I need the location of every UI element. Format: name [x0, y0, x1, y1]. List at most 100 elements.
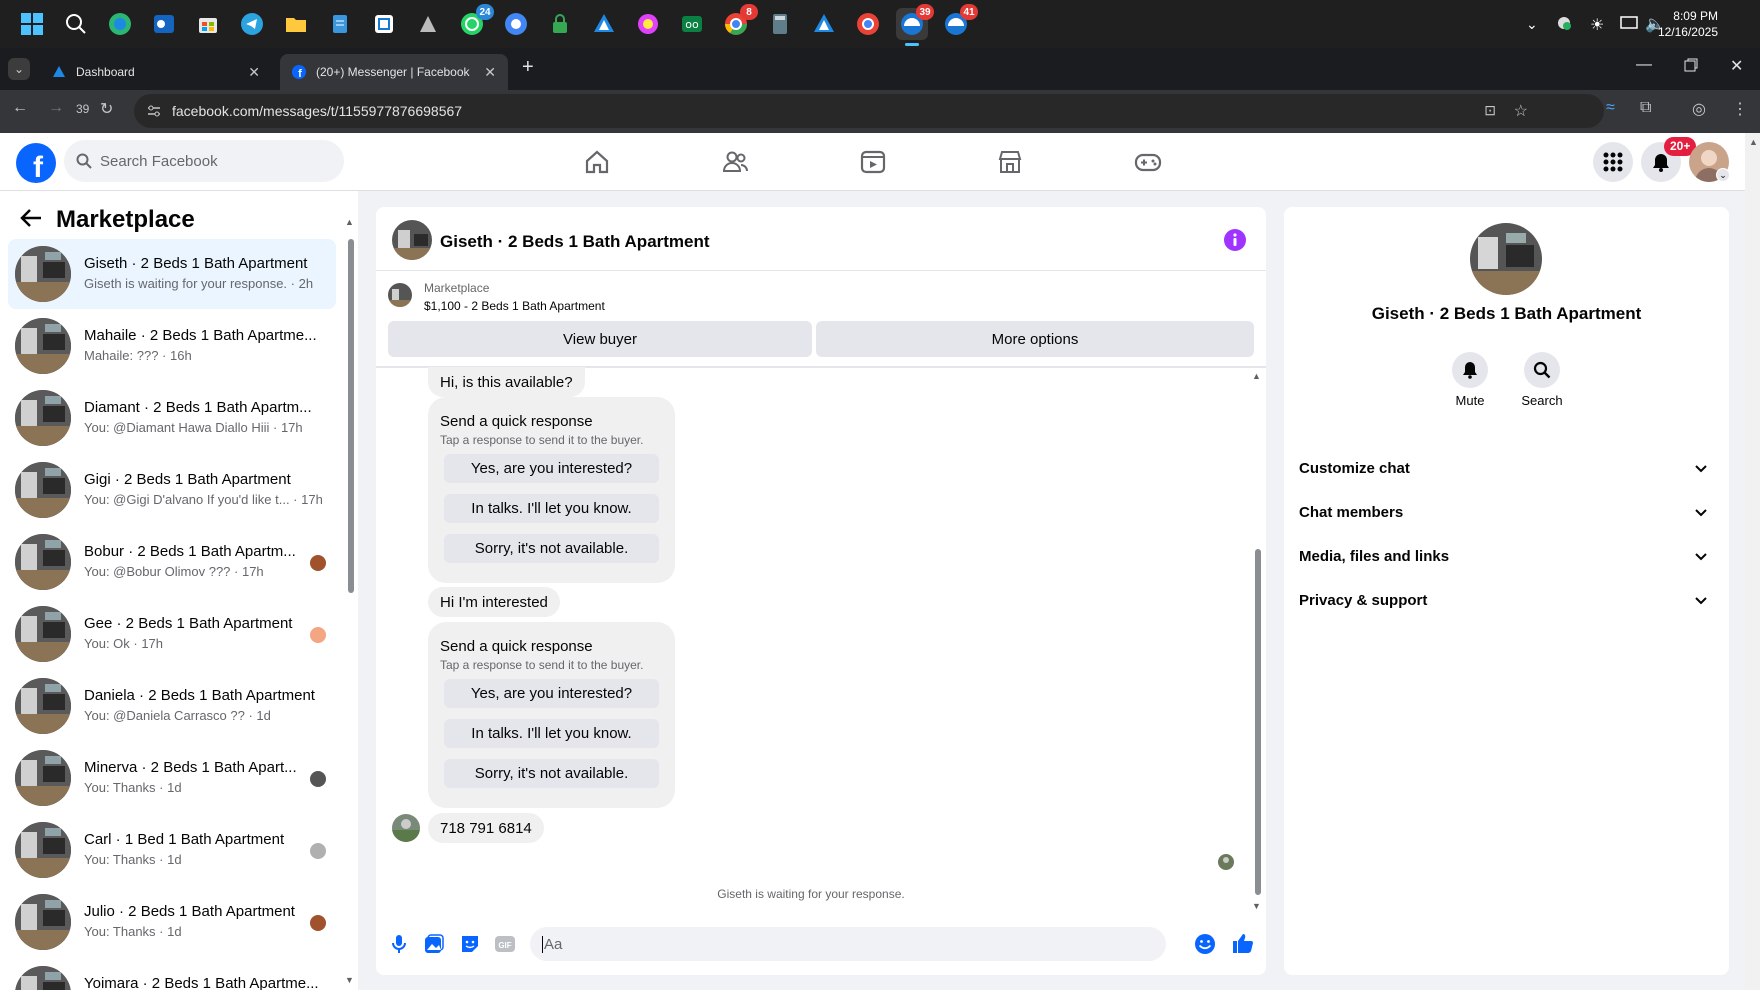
sticker-icon[interactable] — [460, 934, 480, 954]
store-icon[interactable] — [192, 8, 224, 40]
conversation-item[interactable]: Minerva · 2 Beds 1 Bath Apart... You: Tha… — [8, 743, 336, 813]
microphone-icon[interactable] — [390, 934, 408, 954]
security-icon[interactable] — [1556, 15, 1572, 31]
reload-icon[interactable]: ↻ — [100, 99, 113, 119]
profile-avatar[interactable] — [1470, 223, 1542, 295]
like-thumb-icon[interactable] — [1232, 932, 1254, 954]
quick-reply-unavailable-button[interactable]: Sorry, it's not available. — [444, 534, 659, 563]
search-in-chat-button[interactable] — [1524, 352, 1560, 388]
message-bubble[interactable]: Hi I'm interested — [428, 587, 560, 617]
whatsapp-icon[interactable]: 24 — [456, 4, 494, 40]
menu-grid-icon[interactable] — [1593, 142, 1633, 182]
back-arrow-icon[interactable] — [20, 208, 42, 228]
chat-avatar[interactable] — [392, 220, 432, 260]
system-clock[interactable]: 8:09 PM 12/16/2025 — [1658, 8, 1718, 40]
color-app-icon[interactable] — [632, 8, 664, 40]
conversation-item[interactable]: Julio · 2 Beds 1 Bath Apartment You: Than… — [8, 887, 336, 957]
extension-pinned-icon[interactable]: ≈ — [1606, 99, 1615, 117]
message-bubble[interactable]: 718 791 6814 — [428, 813, 544, 843]
account-chevron-icon[interactable]: ⌄ — [1716, 168, 1730, 182]
media-files-links-section[interactable]: Media, files and links — [1299, 536, 1719, 576]
app-39-icon[interactable]: 39 — [896, 4, 934, 46]
lock-app-icon[interactable] — [544, 8, 576, 40]
forward-icon[interactable]: → — [48, 99, 64, 117]
message-bubble[interactable]: Hi, is this available? — [428, 367, 585, 397]
page-scroll-up-icon[interactable]: ▲ — [1749, 137, 1758, 147]
quick-reply-yes-button[interactable]: Yes, are you interested? — [444, 454, 659, 483]
info-icon[interactable] — [1224, 229, 1246, 251]
listing-title[interactable]: $1,100 - 2 Beds 1 Bath Apartment — [424, 299, 605, 313]
friends-nav-icon[interactable] — [721, 148, 749, 176]
conversation-item[interactable]: Giseth · 2 Beds 1 Bath Apartment Giseth i… — [8, 239, 336, 309]
home-nav-icon[interactable] — [583, 148, 611, 176]
conversation-item[interactable]: Yoimara · 2 Beds 1 Bath Apartme... — [8, 959, 336, 990]
chat-title[interactable]: Giseth · 2 Beds 1 Bath Apartment — [440, 232, 710, 252]
video-nav-icon[interactable] — [859, 148, 887, 176]
tab-search-icon[interactable]: ⌄ — [8, 58, 30, 80]
chrome-alt-icon[interactable] — [500, 8, 532, 40]
chat-scroll-down-icon[interactable]: ▼ — [1252, 901, 1261, 911]
chat-members-section[interactable]: Chat members — [1299, 492, 1719, 532]
privacy-support-section[interactable]: Privacy & support — [1299, 580, 1719, 620]
display-icon[interactable] — [1620, 15, 1638, 31]
address-bar[interactable]: facebook.com/messages/t/1155977876698567… — [134, 94, 1604, 128]
drive-alt-icon[interactable] — [808, 8, 840, 40]
infinity-app-icon[interactable]: oo — [676, 8, 708, 40]
sidebar-scrollbar[interactable] — [348, 239, 354, 593]
chrome-icon[interactable]: 8 — [720, 4, 758, 40]
restore-icon[interactable] — [1684, 58, 1698, 72]
chevron-up-icon[interactable]: ⌄ — [1526, 16, 1538, 33]
conversation-item[interactable]: Gee · 2 Beds 1 Bath Apartment You: Ok · 1… — [8, 599, 336, 669]
more-options-button[interactable]: More options — [816, 321, 1254, 357]
site-info-icon[interactable] — [146, 103, 162, 119]
outlook-icon[interactable] — [148, 8, 180, 40]
customize-chat-section[interactable]: Customize chat — [1299, 448, 1719, 488]
profile-icon[interactable]: ◎ — [1692, 99, 1706, 119]
close-tab-icon[interactable]: ✕ — [248, 64, 260, 81]
conversation-item[interactable]: Gigi · 2 Beds 1 Bath Apartment You: @Gigi… — [8, 455, 336, 525]
sender-avatar[interactable] — [392, 814, 420, 842]
chrome-menu-icon[interactable]: ⋮ — [1732, 99, 1748, 119]
scroll-down-icon[interactable]: ▼ — [345, 975, 354, 985]
message-input[interactable]: Aa — [530, 927, 1166, 961]
extensions-icon[interactable]: ⧉ — [1640, 99, 1651, 117]
windows-start-icon[interactable] — [16, 8, 48, 40]
conversation-item[interactable]: Diamant · 2 Beds 1 Bath Apartm... You: @D… — [8, 383, 336, 453]
photo-attach-icon[interactable] — [424, 934, 444, 954]
quick-reply-yes-button[interactable]: Yes, are you interested? — [444, 679, 659, 708]
gif-icon[interactable]: GIF — [494, 934, 516, 954]
facebook-search-input[interactable]: Search Facebook — [64, 140, 344, 182]
facebook-logo-icon[interactable]: f — [16, 143, 56, 183]
emoji-icon[interactable] — [1194, 933, 1216, 955]
gaming-nav-icon[interactable] — [1134, 148, 1162, 176]
new-tab-icon[interactable]: + — [522, 56, 534, 79]
quick-reply-talks-button[interactable]: In talks. I'll let you know. — [444, 494, 659, 523]
chat-scrollbar[interactable] — [1255, 549, 1261, 895]
bookmark-star-icon[interactable]: ☆ — [1514, 101, 1528, 121]
snipping-tool-icon[interactable] — [368, 8, 400, 40]
conversation-item[interactable]: Mahaile · 2 Beds 1 Bath Apartme... Mahail… — [8, 311, 336, 381]
quick-reply-unavailable-button[interactable]: Sorry, it's not available. — [444, 759, 659, 788]
chrome-profile-icon[interactable] — [852, 8, 884, 40]
scroll-up-icon[interactable]: ▲ — [345, 217, 354, 231]
back-icon[interactable]: ← — [12, 99, 28, 117]
chat-scroll-up-icon[interactable]: ▲ — [1252, 371, 1261, 381]
browser-tab-dashboard[interactable]: Dashboard ✕ — [40, 54, 272, 90]
conversation-item[interactable]: Daniela · 2 Beds 1 Bath Apartment You: @D… — [8, 671, 336, 741]
close-tab-icon[interactable]: ✕ — [484, 64, 496, 81]
install-app-icon[interactable]: ⊡ — [1484, 102, 1496, 119]
telegram-icon[interactable] — [236, 8, 268, 40]
close-window-icon[interactable]: ✕ — [1730, 56, 1743, 76]
listing-thumbnail[interactable] — [388, 283, 412, 307]
browser-tab-messenger[interactable]: f (20+) Messenger | Facebook ✕ — [280, 54, 508, 90]
drive-icon[interactable] — [588, 8, 620, 40]
copilot-icon[interactable] — [104, 8, 136, 40]
mute-button[interactable] — [1452, 352, 1488, 388]
tool-app-icon[interactable] — [412, 8, 444, 40]
conversation-item[interactable]: Bobur · 2 Beds 1 Bath Apartm... You: @Bob… — [8, 527, 336, 597]
view-buyer-button[interactable]: View buyer — [388, 321, 812, 357]
file-explorer-icon[interactable] — [280, 8, 312, 40]
notepad-icon[interactable] — [324, 8, 356, 40]
marketplace-nav-icon[interactable] — [996, 148, 1024, 176]
minimize-icon[interactable]: — — [1636, 56, 1652, 74]
